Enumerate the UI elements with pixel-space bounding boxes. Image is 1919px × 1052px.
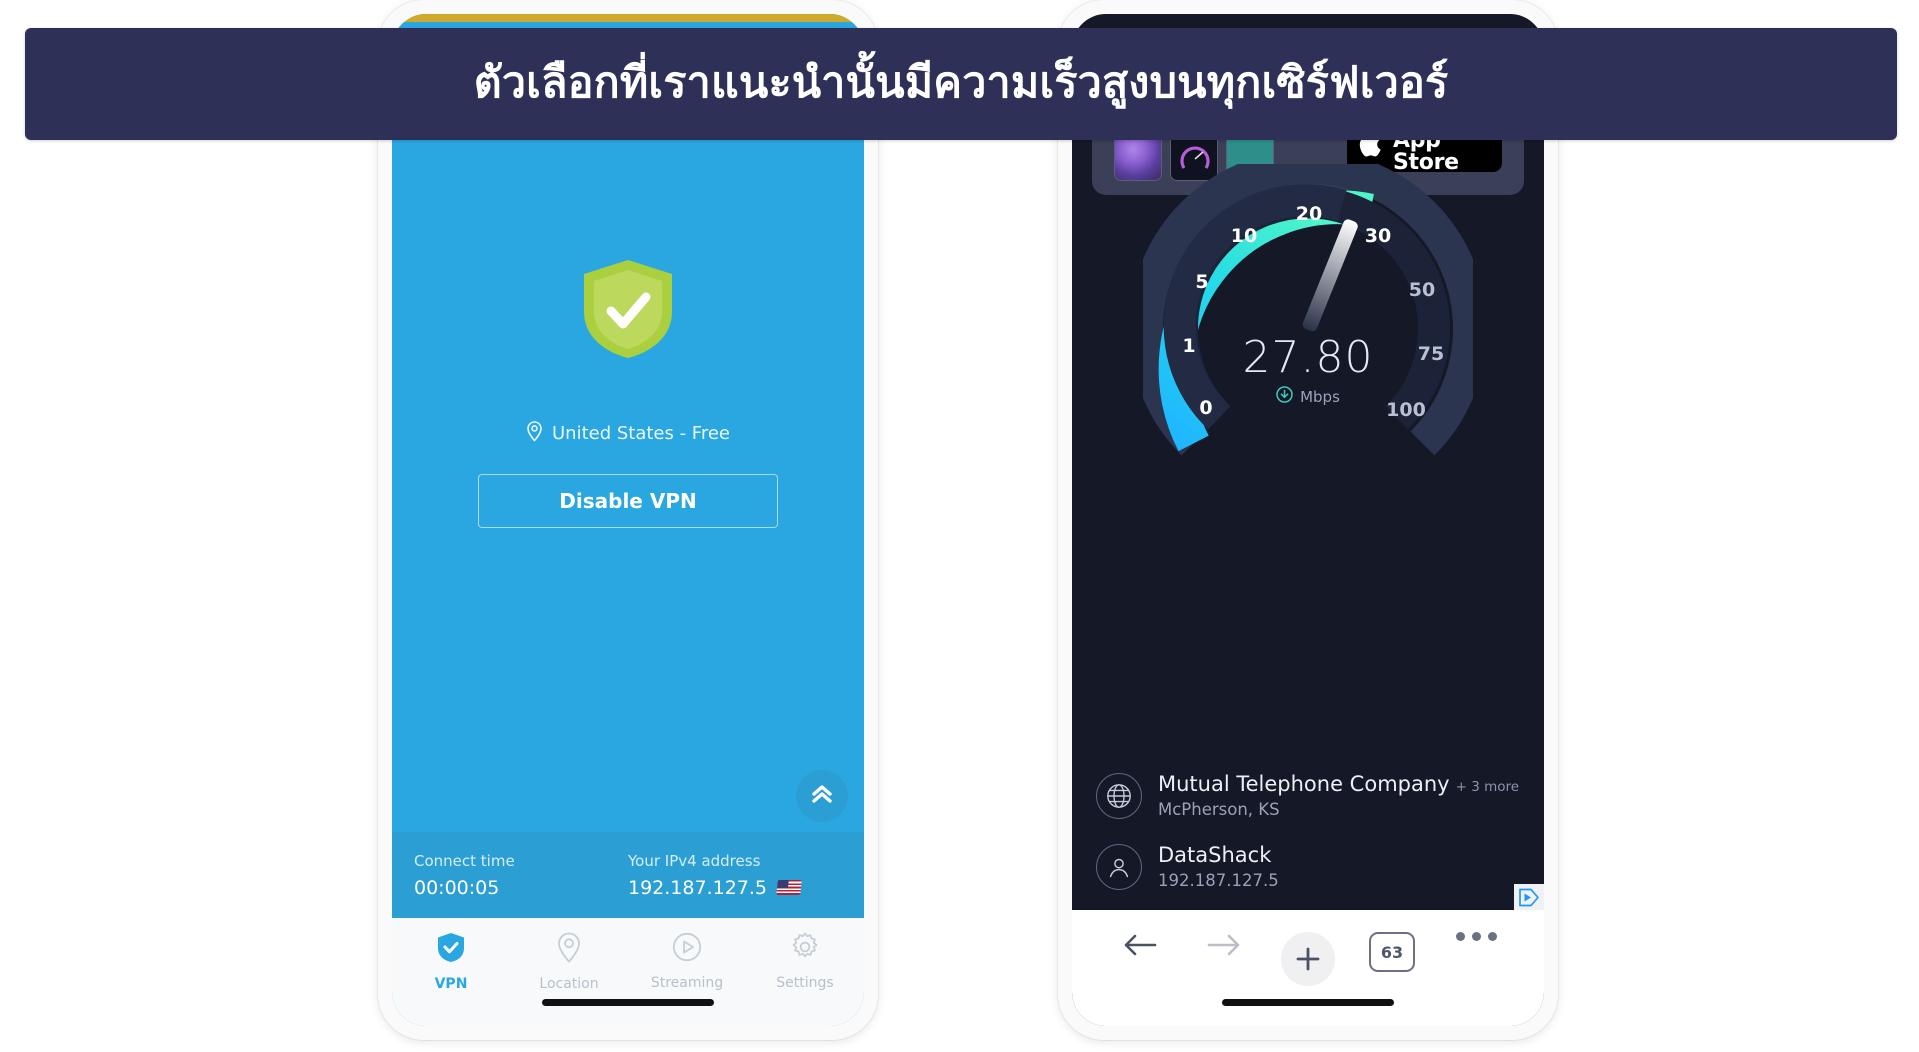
globe-icon: [1096, 772, 1142, 819]
browser-more-menu-button[interactable]: [1434, 932, 1518, 941]
speedtest-phone-screen: Get more metrics, video testing, mobile …: [1072, 14, 1544, 1026]
home-indicator: [542, 999, 714, 1006]
browser-back-button[interactable]: [1098, 932, 1182, 962]
isp-provider-text: Mutual Telephone Company + 3 more McPhers…: [1158, 772, 1519, 819]
vpn-location-row: United States - Free: [526, 420, 731, 446]
ipv4-label: Your IPv4 address: [628, 851, 761, 870]
tab-streaming[interactable]: Streaming: [628, 932, 746, 991]
vpn-app-screen: United States - Free Disable VPN Connect…: [392, 14, 864, 1026]
arrow-left-icon: [1123, 932, 1157, 962]
headline-text: ตัวเลือกที่เราแนะนำนั้นมีความเร็วสูงบนทุ…: [473, 58, 1449, 109]
speed-gauge-section: 0 1 5 10 20 30 50 75 100 27.80 Mbps: [1072, 149, 1544, 494]
us-flag-icon: [776, 880, 802, 895]
svg-text:20: 20: [1296, 203, 1322, 225]
connect-time-block: Connect time 00:00:05: [414, 852, 628, 899]
shield-check-icon: [437, 932, 465, 967]
tab-vpn-label: VPN: [434, 976, 468, 992]
isp-client-name: DataShack: [1158, 843, 1272, 867]
ipv4-value: 192.187.127.5: [628, 876, 768, 899]
tab-settings[interactable]: Settings: [746, 932, 864, 991]
person-icon: [1096, 843, 1142, 890]
ipv4-block: Your IPv4 address 192.187.127.5: [628, 852, 842, 899]
svg-text:30: 30: [1365, 225, 1391, 247]
home-indicator: [1222, 999, 1394, 1006]
vpn-main-body: United States - Free Disable VPN: [392, 22, 864, 832]
vpn-tab-bar: VPN Location Streaming Settings: [392, 918, 864, 1026]
double-chevron-up-icon: [809, 782, 835, 810]
isp-client-text: DataShack 192.187.127.5: [1158, 843, 1279, 890]
map-pin-icon: [556, 932, 582, 967]
isp-provider-name-row: Mutual Telephone Company + 3 more: [1158, 772, 1519, 796]
speedtest-page: Get more metrics, video testing, mobile …: [1072, 14, 1544, 1026]
browser-toolbar: 63: [1072, 910, 1544, 1026]
tab-location-label: Location: [539, 976, 599, 992]
vpn-top-strip: [392, 14, 864, 22]
browser-new-tab-button[interactable]: [1266, 932, 1350, 986]
svg-text:50: 50: [1409, 279, 1435, 301]
speedtest-phone-frame: Get more metrics, video testing, mobile …: [1058, 0, 1558, 1040]
download-circle-icon: [1276, 386, 1293, 407]
gauge-value: 27.80: [1242, 332, 1374, 383]
headline-banner: ตัวเลือกที่เราแนะนำนั้นมีความเร็วสูงบนทุ…: [25, 28, 1897, 140]
ipv4-value-row: 192.187.127.5: [628, 877, 842, 899]
shield-check-icon: [580, 257, 676, 365]
browser-forward-button[interactable]: [1182, 932, 1266, 962]
speedtest-content: Get more metrics, video testing, mobile …: [1072, 14, 1544, 910]
isp-row-client[interactable]: DataShack 192.187.127.5: [1096, 831, 1520, 902]
gauge-svg: 0 1 5 10 20 30 50 75 100: [1129, 149, 1487, 456]
browser-tab-switcher-button[interactable]: 63: [1350, 932, 1434, 972]
tab-location[interactable]: Location: [510, 932, 628, 992]
scroll-up-button[interactable]: [796, 770, 848, 822]
connect-time-value: 00:00:05: [414, 876, 500, 899]
gauge-unit-label: Mbps: [1300, 387, 1340, 406]
download-speed-gauge: 0 1 5 10 20 30 50 75 100 27.80 Mbps: [1129, 149, 1487, 494]
vpn-phone-screen: United States - Free Disable VPN Connect…: [392, 14, 864, 1026]
vpn-connection-info: Connect time 00:00:05 Your IPv4 address …: [392, 832, 864, 918]
svg-text:5: 5: [1195, 271, 1208, 293]
connect-time-label: Connect time: [414, 851, 515, 870]
map-pin-icon: [526, 420, 543, 446]
tab-streaming-label: Streaming: [650, 975, 724, 991]
gear-icon: [790, 932, 820, 966]
vpn-phone-frame: United States - Free Disable VPN Connect…: [378, 0, 878, 1040]
plus-icon: [1281, 932, 1335, 986]
gauge-unit-row: Mbps: [1143, 386, 1473, 407]
svg-text:10: 10: [1231, 225, 1257, 247]
isp-row-provider[interactable]: Mutual Telephone Company + 3 more McPhers…: [1096, 760, 1520, 831]
tab-count-badge: 63: [1369, 932, 1415, 972]
tab-vpn[interactable]: VPN: [392, 932, 510, 992]
play-circle-icon: [672, 932, 702, 966]
tab-settings-label: Settings: [776, 975, 834, 991]
isp-client-ip: 192.187.127.5: [1158, 871, 1279, 890]
isp-provider-location: McPherson, KS: [1158, 800, 1280, 819]
isp-provider-name: Mutual Telephone Company: [1158, 772, 1450, 796]
isp-info-list: Mutual Telephone Company + 3 more McPhers…: [1072, 760, 1544, 910]
vpn-location-label: United States - Free: [551, 422, 731, 444]
disable-vpn-button[interactable]: Disable VPN: [478, 473, 778, 528]
ellipsis-icon: [1455, 932, 1497, 941]
arrow-right-icon: [1207, 932, 1241, 962]
isp-provider-more: + 3 more: [1455, 779, 1520, 795]
adchoices-icon[interactable]: [1514, 884, 1544, 910]
